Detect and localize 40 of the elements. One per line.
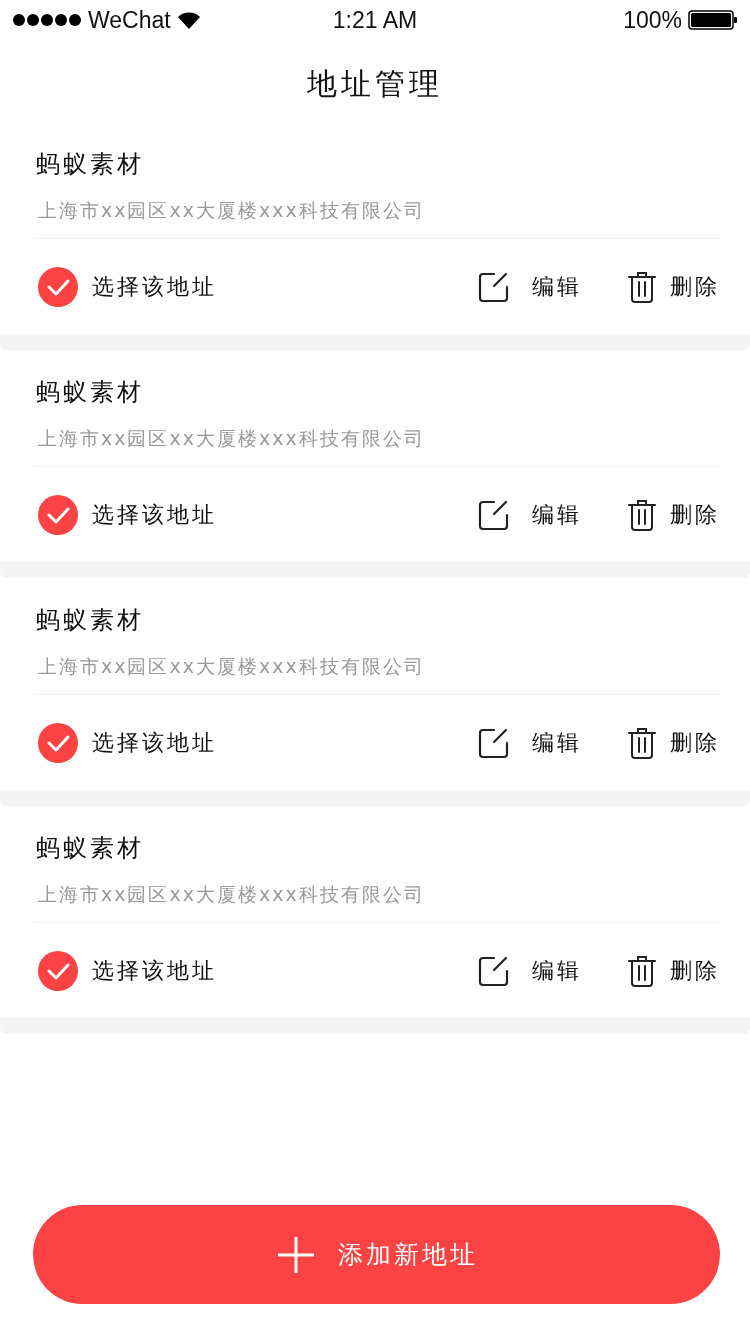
status-time: 1:21 AM [332,6,418,34]
signal-icon [12,13,82,27]
carrier-name: WeChat [88,6,171,34]
trash-icon[interactable] [628,498,656,531]
address-text: 上海市xx园区xx大厦楼xxx科技有限公司 [34,870,720,923]
delete-link[interactable]: 删除 [670,271,720,302]
battery-percent: 100% [623,6,682,34]
trash-icon[interactable] [628,270,656,303]
select-label[interactable]: 选择该地址 [92,727,217,758]
edit-icon[interactable] [478,498,510,531]
checkbox-checked-icon[interactable] [38,494,78,535]
delete-link[interactable]: 删除 [670,727,720,758]
select-label[interactable]: 选择该地址 [92,955,217,986]
checkbox-checked-icon[interactable] [38,722,78,763]
delete-link[interactable]: 删除 [670,499,720,530]
edit-link[interactable]: 编辑 [532,727,582,758]
battery-icon [688,10,738,30]
edit-link[interactable]: 编辑 [532,499,582,530]
contact-name: 蚂蚁素材 [35,377,145,408]
trash-icon[interactable] [628,726,656,759]
select-label[interactable]: 选择该地址 [92,271,217,302]
address-text: 上海市xx园区xx大厦楼xxx科技有限公司 [34,414,720,467]
edit-link[interactable]: 编辑 [532,955,582,986]
wifi-icon [176,11,201,29]
address-text: 上海市xx园区xx大厦楼xxx科技有限公司 [34,642,720,695]
checkbox-checked-icon[interactable] [38,266,78,307]
contact-name: 蚂蚁素材 [35,605,145,636]
edit-icon[interactable] [478,954,510,987]
edit-icon[interactable] [478,270,510,303]
select-label[interactable]: 选择该地址 [92,499,217,530]
trash-icon[interactable] [628,954,656,987]
edit-icon[interactable] [478,726,510,759]
plus-icon [275,1234,316,1275]
checkbox-checked-icon[interactable] [38,950,78,991]
contact-name: 蚂蚁素材 [35,149,145,180]
address-text: 上海市xx园区xx大厦楼xxx科技有限公司 [34,186,720,239]
contact-name: 蚂蚁素材 [35,833,145,864]
page-title: 地址管理 [306,65,444,103]
delete-link[interactable]: 删除 [670,955,720,986]
edit-link[interactable]: 编辑 [532,271,582,302]
